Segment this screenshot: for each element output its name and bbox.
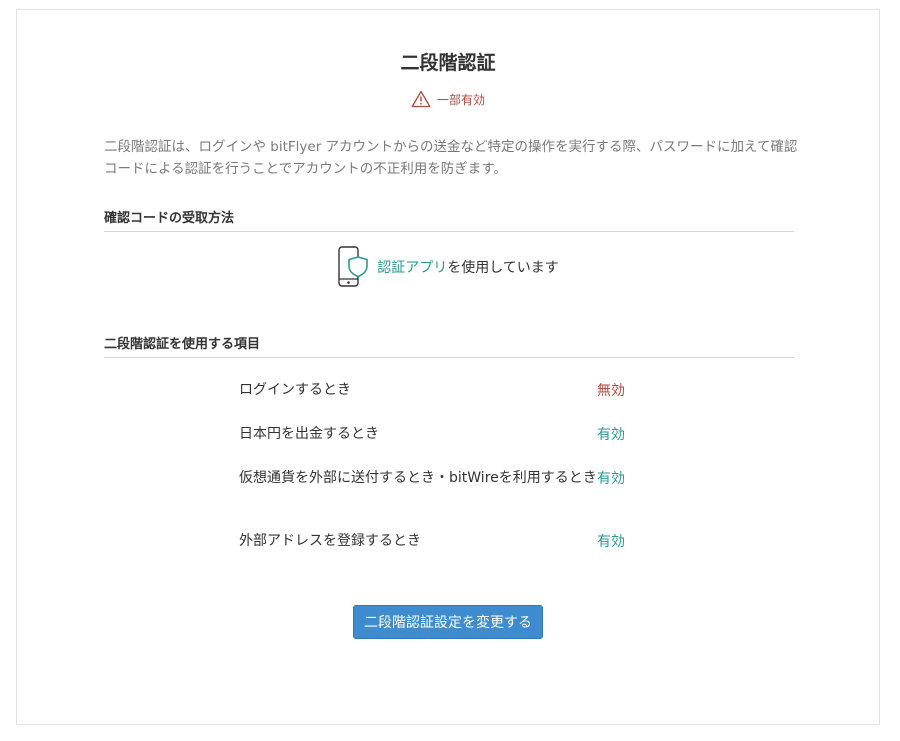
status-indicator: 一部有効 bbox=[17, 90, 879, 108]
description-text: 二段階認証は、ログインや bitFlyer アカウントからの送金など特定の操作を… bbox=[104, 139, 798, 177]
item-label: 仮想通貨を外部に送付するとき・bitWireを利用するとき bbox=[239, 470, 597, 486]
list-item: 外部アドレスを登録するとき 有効 bbox=[239, 531, 659, 551]
item-label: 外部アドレスを登録するとき bbox=[239, 533, 421, 549]
warning-triangle-icon bbox=[411, 90, 431, 108]
method-row: 認証アプリを使用しています bbox=[17, 246, 879, 288]
two-factor-card: 二段階認証 一部有効 二段階認証は、ログインや bitFlyer アカウントから… bbox=[16, 9, 880, 725]
status-text: 一部有効 bbox=[436, 92, 485, 107]
item-state: 有効 bbox=[597, 471, 625, 487]
items-section-heading: 二段階認証を使用する項目 bbox=[104, 333, 794, 358]
item-label: ログインするとき bbox=[239, 382, 351, 398]
list-item: 仮想通貨を外部に送付するとき・bitWireを利用するとき 有効 bbox=[239, 468, 659, 488]
item-state: 有効 bbox=[597, 427, 625, 443]
auth-app-link[interactable]: 認証アプリ bbox=[377, 260, 447, 276]
change-settings-button[interactable]: 二段階認証設定を変更する bbox=[353, 605, 543, 639]
phone-shield-icon bbox=[337, 246, 371, 288]
item-label: 日本円を出金するとき bbox=[239, 426, 379, 442]
list-item: ログインするとき 無効 bbox=[239, 380, 659, 400]
page-title: 二段階認証 bbox=[400, 52, 496, 74]
item-state: 有効 bbox=[597, 534, 625, 550]
item-state: 無効 bbox=[597, 383, 625, 399]
method-status-text: を使用しています bbox=[447, 260, 559, 276]
list-item: 日本円を出金するとき 有効 bbox=[239, 424, 659, 444]
method-section-heading: 確認コードの受取方法 bbox=[104, 207, 794, 232]
